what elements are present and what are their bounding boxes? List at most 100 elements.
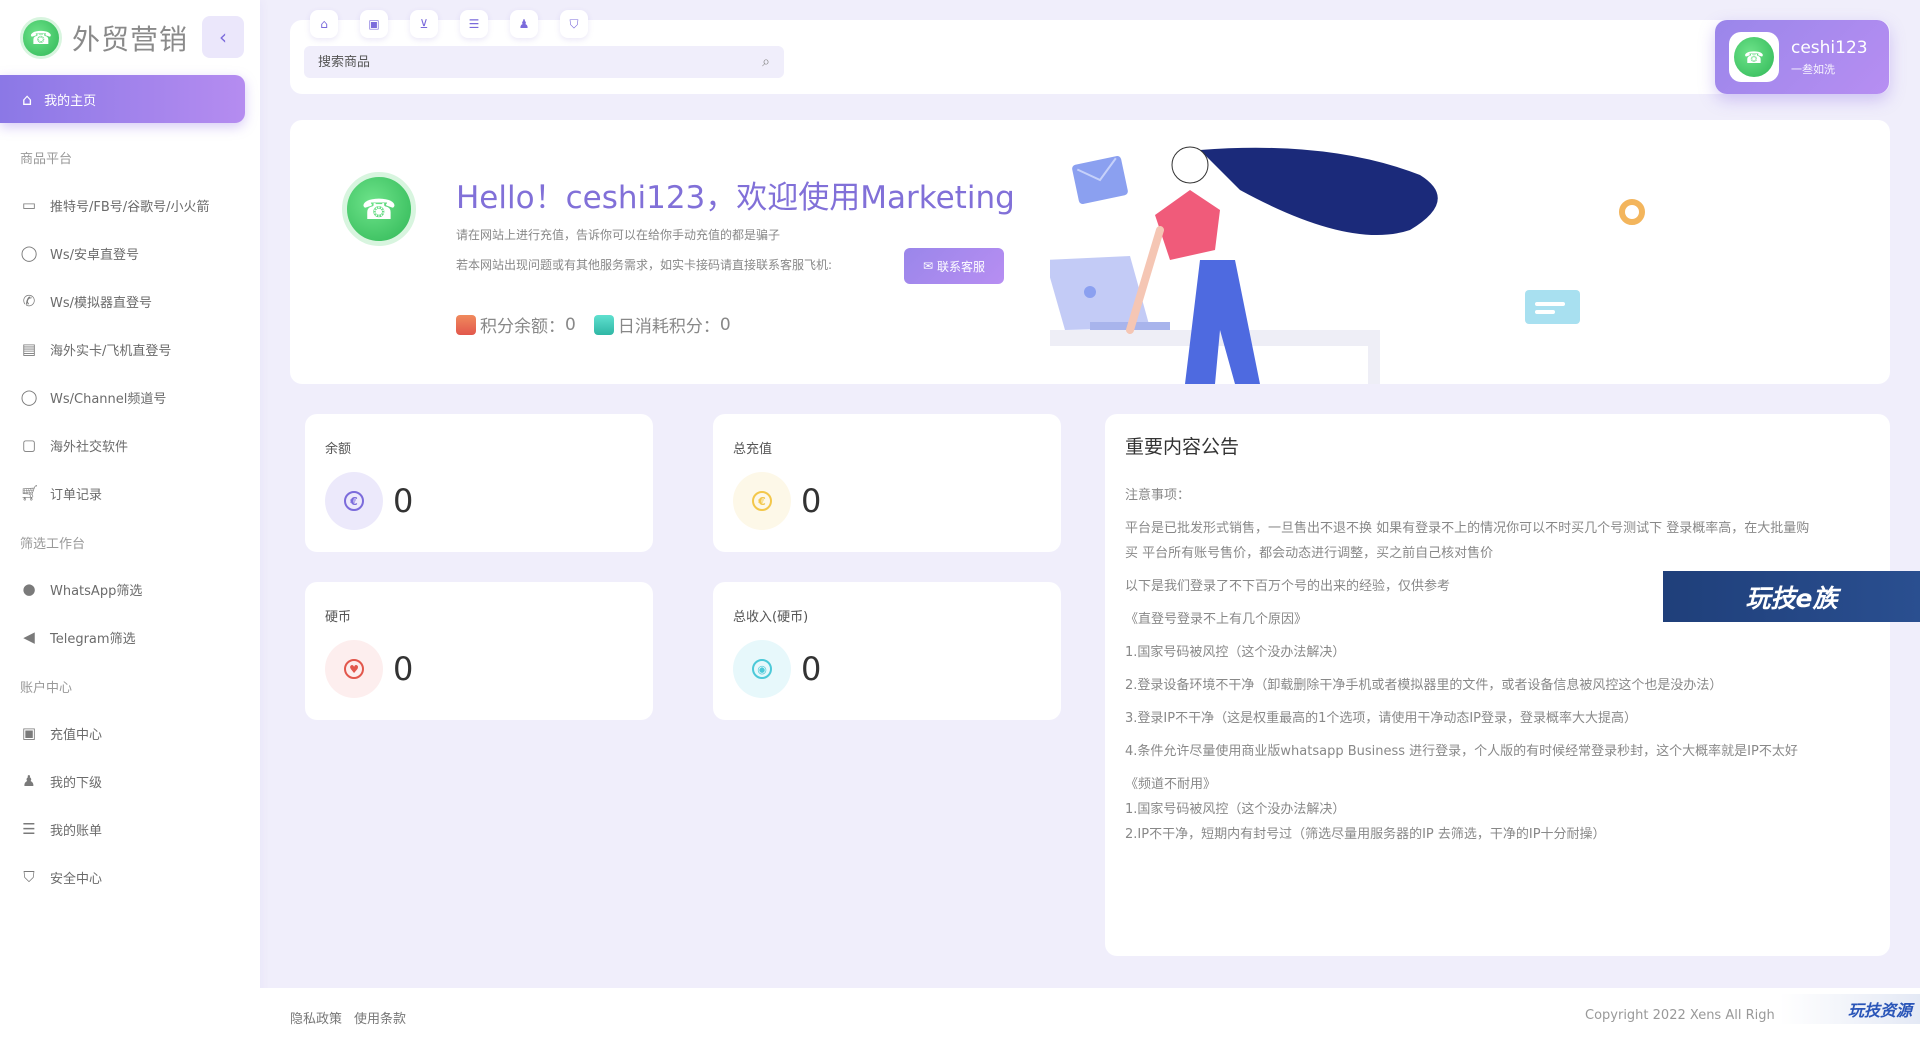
message-square-icon: ▭ [21, 196, 37, 214]
search-input[interactable] [318, 54, 763, 70]
heart-icon: ♥ [325, 640, 383, 698]
chevron-left-icon: ‹ [219, 25, 227, 49]
footer-links: 隐私政策 使用条款 [290, 1008, 406, 1027]
contact-support-label: 联系客服 [937, 259, 986, 274]
sidebar-item-recharge[interactable]: ▣ 充值中心 [20, 721, 102, 745]
points-balance-label: 积分余额： [480, 317, 565, 337]
sidebar-item-bills[interactable]: ☰ 我的账单 [20, 817, 102, 841]
balance-card: 余额 € 0 [305, 414, 653, 552]
contact-support-button[interactable]: ✉ 联系客服 [904, 248, 1004, 284]
user-info: ceshi123 一叁如洗 [1791, 38, 1868, 77]
sidebar: ☎ 外贸营销 ‹ ⌂ 我的主页 商品平台 ▭ 推特号/FB号/谷歌号/小火箭 ◯… [0, 0, 260, 1043]
sidebar-item-orders[interactable]: 🛒︎ 订单记录 [20, 481, 102, 505]
welcome-line-1: 请在网站上进行充值，告诉你可以在给你手动充值的都是骗子 [456, 228, 781, 242]
card-value: 0 [801, 482, 822, 520]
sidebar-item-telegram-filter[interactable]: ◀ Telegram筛选 [20, 625, 136, 649]
database-icon [593, 314, 614, 335]
copyright: Copyright 2022 Xens All Righ [1585, 1008, 1775, 1023]
hero-illustration [1050, 146, 1645, 384]
footer: 隐私政策 使用条款 Copyright 2022 Xens All Righ 玩… [260, 988, 1920, 1043]
whatsapp-icon: ● [22, 580, 36, 598]
coins-card: 硬币 ♥ 0 [305, 582, 653, 720]
brand[interactable]: ☎ 外贸营销 [20, 16, 188, 60]
announcement-title: 重要内容公告 [1125, 436, 1240, 458]
bill-icon[interactable]: ☰ [460, 10, 488, 38]
total-recharge-card: 总充值 € 0 [713, 414, 1061, 552]
sidebar-item-label: 海外实卡/飞机直登号 [50, 343, 172, 359]
hero-logo: ☎ [342, 172, 416, 246]
telegram-icon: ◀ [23, 628, 35, 646]
notice-line: 1.国家号码被风控（这个没办法解决） [1125, 802, 1346, 817]
welcome-banner: ☎ Hello！ceshi123，欢迎使用Marketing 请在网站上进行充值… [290, 120, 1890, 384]
sidebar-item-ws-android[interactable]: ◯ Ws/安卓直登号 [20, 241, 139, 265]
terms-link[interactable]: 使用条款 [354, 1008, 406, 1027]
collapse-sidebar-button[interactable]: ‹ [202, 16, 244, 58]
search-icon[interactable]: ⌕ [762, 54, 770, 70]
card-label: 总充值 [733, 442, 773, 457]
sidebar-item-whatsapp-filter[interactable]: ● WhatsApp筛选 [20, 577, 142, 601]
cart-icon: 🛒︎ [20, 484, 40, 502]
card-value: 0 [801, 650, 822, 688]
sidebar-group-title: 筛选工作台 [20, 537, 86, 552]
total-income-card: 总收入(硬币) ◉ 0 [713, 582, 1061, 720]
sidebar-item-security[interactable]: ⛉ 安全中心 [20, 865, 102, 889]
avatar-logo: ☎ [1734, 37, 1774, 77]
shield-icon[interactable]: ⛉ [560, 10, 588, 38]
card-value: 0 [393, 650, 414, 688]
sidebar-item-label: Ws/安卓直登号 [50, 247, 140, 263]
sidebar-item-label: 推特号/FB号/谷歌号/小火箭 [50, 199, 210, 215]
sidebar-item-label: 我的账单 [50, 823, 103, 839]
whatsapp-icon: ◯ [20, 388, 38, 406]
user-name: ceshi123 [1791, 37, 1868, 58]
points-balance-value: 0 [565, 314, 576, 335]
bill-icon: ☰ [22, 820, 36, 838]
user-star-icon[interactable]: ♟ [510, 10, 538, 38]
wallet-icon[interactable]: ▣ [360, 10, 388, 38]
points-balance: 积分余额： 0 [456, 312, 576, 337]
whatsapp-icon: ◯ [20, 244, 38, 262]
sidebar-item-label: 海外社交软件 [50, 439, 129, 455]
phone-icon: ✆ [22, 292, 36, 310]
coins-icon [456, 314, 476, 335]
user-card[interactable]: ☎ ceshi123 一叁如洗 [1715, 20, 1889, 94]
notice-line: 3.登录IP不干净（这是权重最高的1个选项，请使用干净动态IP登录，登录概率大大… [1125, 711, 1638, 726]
sidebar-item-label: Telegram筛选 [50, 631, 136, 647]
chat-icon: ✉ [922, 259, 934, 273]
sidebar-item-social-accounts[interactable]: ▭ 推特号/FB号/谷歌号/小火箭 [20, 193, 210, 217]
home-icon: ⌂ [22, 89, 33, 109]
sidebar-item-social-software[interactable]: ▢ 海外社交软件 [20, 433, 128, 457]
notice-line: 《频道不耐用》 [1125, 777, 1217, 792]
home-icon[interactable]: ⌂ [310, 10, 338, 38]
sidebar-item-home[interactable]: ⌂ 我的主页 [0, 75, 245, 123]
cart-icon[interactable]: ⊻ [410, 10, 438, 38]
quick-icons: ⌂ ▣ ⊻ ☰ ♟ ⛉ [310, 10, 588, 38]
sidebar-item-label: Ws/Channel频道号 [50, 391, 167, 407]
brand-logo: ☎ [20, 17, 62, 59]
sidebar-item-ws-emulator[interactable]: ✆ Ws/模拟器直登号 [20, 289, 152, 313]
sidebar-item-label: 充值中心 [50, 727, 103, 743]
euro-icon: € [733, 472, 791, 530]
brand-name: 外贸营销 [72, 23, 189, 56]
notice-line: 注意事项： [1125, 488, 1191, 503]
notice-line: 2.IP不干净，短期内有封号过（筛选尽量用服务器的IP 去筛选，干净的IP十分耐… [1125, 827, 1606, 842]
card-label: 余额 [325, 442, 352, 457]
sidebar-item-sim-card[interactable]: ▤ 海外实卡/飞机直登号 [20, 337, 171, 361]
notice-line: 1.国家号码被风控（这个没办法解决） [1125, 645, 1346, 660]
user-subtitle: 一叁如洗 [1791, 62, 1835, 76]
daily-consumption: 日消耗积分： 0 [593, 312, 731, 337]
watermark-banner: 玩技e族 [1663, 571, 1920, 622]
privacy-link[interactable]: 隐私政策 [290, 1008, 342, 1027]
notice-line: 买 平台所有账号售价，都会动态进行调整，买之前自己核对售价 [1125, 546, 1494, 561]
facebook-icon: ▢ [21, 436, 37, 454]
sidebar-item-ws-channel[interactable]: ◯ Ws/Channel频道号 [20, 385, 167, 409]
sidebar-group-title: 账户中心 [20, 681, 73, 696]
notice-line: 平台是已批发形式销售，一旦售出不退不换 如果有登录不上的情况你可以不时买几个号测… [1125, 521, 1810, 536]
daily-consumption-value: 0 [719, 314, 731, 335]
shield-icon: ⛉ [23, 868, 35, 886]
topbar: ⌂ ▣ ⊻ ☰ ♟ ⛉ ⌕ [290, 10, 1890, 94]
welcome-line-2: 若本网站出现问题或有其他服务需求，如实卡接码请直接联系客服飞机: [456, 258, 833, 272]
euro-icon: € [325, 472, 383, 530]
sidebar-item-subordinates[interactable]: ♟ 我的下级 [20, 769, 102, 793]
sidebar-item-label: 安全中心 [50, 871, 103, 887]
target-icon: ◉ [733, 640, 791, 698]
